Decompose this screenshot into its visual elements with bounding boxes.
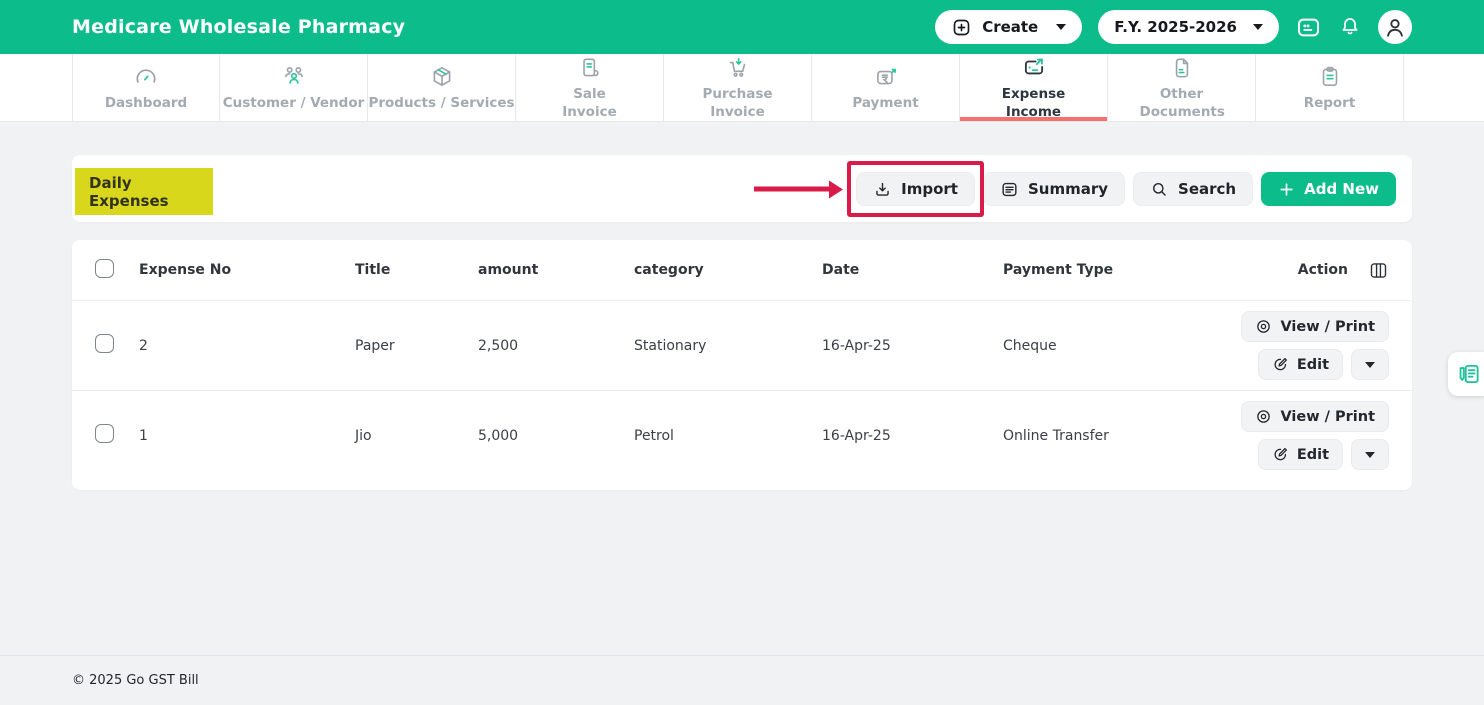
select-all-checkbox[interactable]: [95, 258, 114, 278]
tab-products-services[interactable]: Products / Services: [368, 54, 516, 121]
cell-payment-type: Online Transfer: [1003, 427, 1109, 444]
summary-list-icon: [1000, 180, 1019, 199]
edit-pen-icon: [1272, 446, 1289, 463]
caret-down-icon: [1365, 451, 1375, 458]
table-header-row: Expense No Title amount category Date Pa…: [72, 240, 1412, 300]
tab-payment[interactable]: Payment: [812, 54, 960, 121]
plus-icon: [1278, 181, 1295, 198]
search-button[interactable]: Search: [1133, 172, 1254, 206]
col-category: category: [634, 262, 704, 278]
col-date: Date: [822, 262, 860, 278]
financial-year-selector[interactable]: F.Y. 2025-2026: [1098, 10, 1279, 44]
search-icon: [1150, 180, 1169, 199]
tab-other-documents[interactable]: Other Documents: [1108, 54, 1256, 121]
summary-button[interactable]: Summary: [982, 172, 1126, 206]
page-title-highlight: Daily Expenses: [75, 168, 213, 215]
page-title: Daily Expenses: [89, 173, 169, 210]
message-icon[interactable]: [1295, 14, 1322, 41]
row-checkbox[interactable]: [95, 424, 114, 443]
invoice-icon: [577, 55, 603, 81]
col-action: Action: [1297, 262, 1348, 278]
cell-expense-no: 1: [139, 427, 148, 444]
edit-button[interactable]: Edit: [1257, 439, 1343, 470]
feedback-widget[interactable]: [1448, 352, 1484, 396]
download-icon: [873, 180, 892, 199]
row-more-button[interactable]: [1351, 439, 1389, 470]
caret-down-icon: [1365, 361, 1375, 368]
bell-icon[interactable]: [1338, 15, 1362, 39]
view-print-button[interactable]: View / Print: [1241, 401, 1389, 432]
cell-payment-type: Cheque: [1003, 337, 1057, 354]
edit-pen-icon: [1272, 356, 1289, 373]
user-avatar[interactable]: [1378, 10, 1412, 44]
cell-category: Petrol: [634, 427, 674, 444]
cell-title: Jio: [355, 427, 372, 444]
page-footer: © 2025 Go GST Bill: [0, 655, 1484, 705]
tab-expense-income[interactable]: Expense Income: [960, 54, 1108, 121]
import-button[interactable]: Import: [856, 172, 975, 206]
row-more-button[interactable]: [1351, 349, 1389, 380]
rupee-card-icon: [873, 64, 899, 90]
columns-icon[interactable]: [1368, 260, 1389, 281]
col-expense-no: Expense No: [139, 262, 232, 278]
expenses-table: Expense No Title amount category Date Pa…: [72, 240, 1412, 490]
view-eye-icon: [1255, 318, 1272, 335]
col-amount: amount: [478, 262, 539, 278]
app-window: Medicare Wholesale Pharmacy Create F.Y. …: [0, 0, 1484, 705]
add-new-button[interactable]: Add New: [1261, 172, 1396, 206]
gauge-icon: [133, 64, 159, 90]
toolbar-card: Daily Expenses Import Summary Search Add…: [72, 155, 1412, 222]
cube-icon: [429, 64, 455, 90]
cell-category: Stationary: [634, 337, 707, 354]
caret-down-icon: [1056, 24, 1067, 30]
create-button[interactable]: Create: [935, 10, 1083, 44]
tab-dashboard[interactable]: Dashboard: [72, 54, 220, 121]
plus-square-icon: [951, 17, 972, 38]
tab-customer-vendor[interactable]: Customer / Vendor: [220, 54, 368, 121]
import-annotation-group: Import: [754, 161, 984, 217]
cell-expense-no: 2: [139, 337, 148, 354]
toolbar-actions: Import Summary Search Add New: [754, 161, 1396, 217]
col-payment-type: Payment Type: [1003, 262, 1114, 278]
view-eye-icon: [1255, 408, 1272, 425]
cell-title: Paper: [355, 337, 395, 354]
users-icon: [281, 64, 307, 90]
wallet-arrow-icon: [1021, 55, 1047, 81]
main-nav: Dashboard Customer / Vendor Products / S…: [0, 54, 1484, 122]
copyright-text: © 2025 Go GST Bill: [72, 673, 199, 688]
document-icon: [1169, 55, 1195, 81]
caret-down-icon: [1253, 24, 1263, 30]
table-row: 2 Paper 2,500 Stationary 16-Apr-25 Chequ…: [72, 300, 1412, 390]
view-print-button[interactable]: View / Print: [1241, 311, 1389, 342]
row-checkbox[interactable]: [95, 334, 114, 353]
tab-purchase-invoice[interactable]: Purchase Invoice: [664, 54, 812, 121]
clipboard-icon: [1317, 64, 1343, 90]
app-header: Medicare Wholesale Pharmacy Create F.Y. …: [0, 0, 1484, 54]
cart-icon: [725, 55, 751, 81]
feedback-pen-icon: [1456, 361, 1482, 387]
cell-date: 16-Apr-25: [822, 427, 891, 444]
company-title: Medicare Wholesale Pharmacy: [72, 16, 406, 38]
cell-date: 16-Apr-25: [822, 337, 891, 354]
cell-amount: 5,000: [478, 427, 519, 444]
tab-report[interactable]: Report: [1256, 54, 1404, 121]
cell-amount: 2,500: [478, 337, 519, 354]
annotation-arrow: [754, 186, 831, 192]
tab-sale-invoice[interactable]: Sale Invoice: [516, 54, 664, 121]
edit-button[interactable]: Edit: [1257, 349, 1343, 380]
table-row: 1 Jio 5,000 Petrol 16-Apr-25 Online Tran…: [72, 390, 1412, 480]
header-actions: Create F.Y. 2025-2026: [935, 10, 1412, 44]
col-title: Title: [355, 262, 391, 278]
